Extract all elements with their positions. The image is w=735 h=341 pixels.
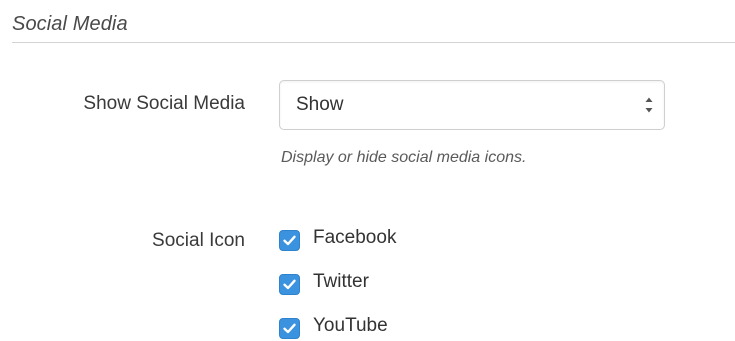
checkmark-icon: [283, 235, 296, 246]
section-title: Social Media: [12, 13, 128, 35]
section-header: Social Media: [12, 8, 735, 43]
checkmark-icon: [283, 323, 296, 334]
facebook-label[interactable]: Facebook: [313, 227, 396, 249]
social-media-settings-panel: Social Media Show Social Media Show Disp…: [0, 0, 735, 341]
facebook-checkbox[interactable]: [279, 230, 300, 251]
twitter-checkbox[interactable]: [279, 274, 300, 295]
twitter-label[interactable]: Twitter: [313, 271, 369, 293]
show-social-media-select[interactable]: Show: [279, 80, 665, 130]
up-down-chevron-icon: [644, 94, 654, 116]
youtube-label[interactable]: YouTube: [313, 315, 388, 337]
social-icon-label: Social Icon: [152, 230, 245, 251]
checkmark-icon: [283, 279, 296, 290]
select-value: Show: [296, 94, 344, 115]
youtube-checkbox[interactable]: [279, 318, 300, 339]
show-social-media-label: Show Social Media: [83, 93, 245, 114]
show-social-media-help-text: Display or hide social media icons.: [281, 149, 527, 166]
